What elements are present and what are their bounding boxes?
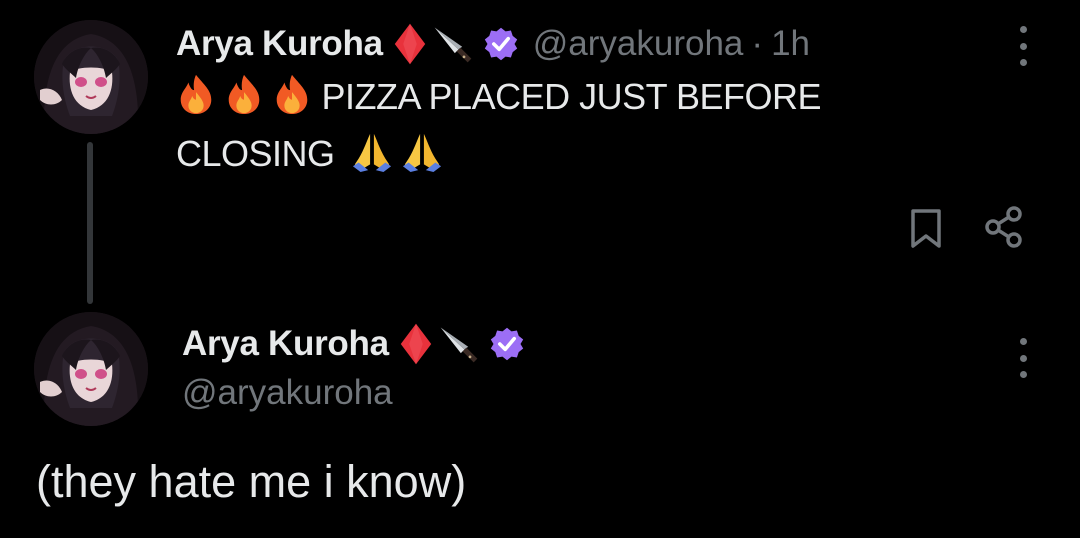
post-text-content-2: CLOSING xyxy=(176,133,335,174)
post-text-line-2: CLOSING xyxy=(176,125,976,182)
post-text-line-1: PIZZA PLACED JUST BEFORE xyxy=(176,68,976,125)
fire-icon xyxy=(224,73,264,115)
red-diamond-icon xyxy=(399,322,433,366)
folded-hands-icon xyxy=(400,130,444,172)
verified-badge-icon[interactable] xyxy=(489,326,525,362)
share-icon[interactable] xyxy=(984,206,1024,248)
fire-icon xyxy=(272,73,312,115)
post-text: PIZZA PLACED JUST BEFORE CLOSING xyxy=(176,68,976,182)
kitchen-knife-icon xyxy=(431,22,475,66)
author-display-name[interactable]: Arya Kuroha xyxy=(176,24,383,64)
post-text-content-1: PIZZA PLACED JUST BEFORE xyxy=(321,76,822,117)
separator-dot: · xyxy=(751,24,764,63)
bookmark-icon[interactable] xyxy=(908,208,944,250)
verified-badge-icon[interactable] xyxy=(483,26,519,62)
folded-hands-icon xyxy=(350,130,394,172)
avatar-image xyxy=(34,20,148,134)
kitchen-knife-icon xyxy=(437,322,481,366)
avatar-image xyxy=(34,312,148,426)
red-diamond-icon xyxy=(393,22,427,66)
main-post-header: Arya Kuroha @aryakuroha · 1h xyxy=(176,22,810,66)
reply-post-text: (they hate me i know) xyxy=(36,456,467,507)
author-handle[interactable]: @aryakuroha xyxy=(533,24,744,64)
more-options-icon[interactable] xyxy=(1013,338,1033,378)
reply-post-header: Arya Kuroha xyxy=(182,322,525,366)
reply-avatar[interactable] xyxy=(34,312,148,426)
reply-author-display-name[interactable]: Arya Kuroha xyxy=(182,324,389,364)
reply-author-handle[interactable]: @aryakuroha xyxy=(182,373,393,413)
avatar[interactable] xyxy=(34,20,148,134)
post-timestamp[interactable]: 1h xyxy=(771,24,810,64)
fire-icon xyxy=(176,73,216,115)
more-options-icon[interactable] xyxy=(1013,26,1033,66)
thread-connector-line xyxy=(87,142,93,304)
